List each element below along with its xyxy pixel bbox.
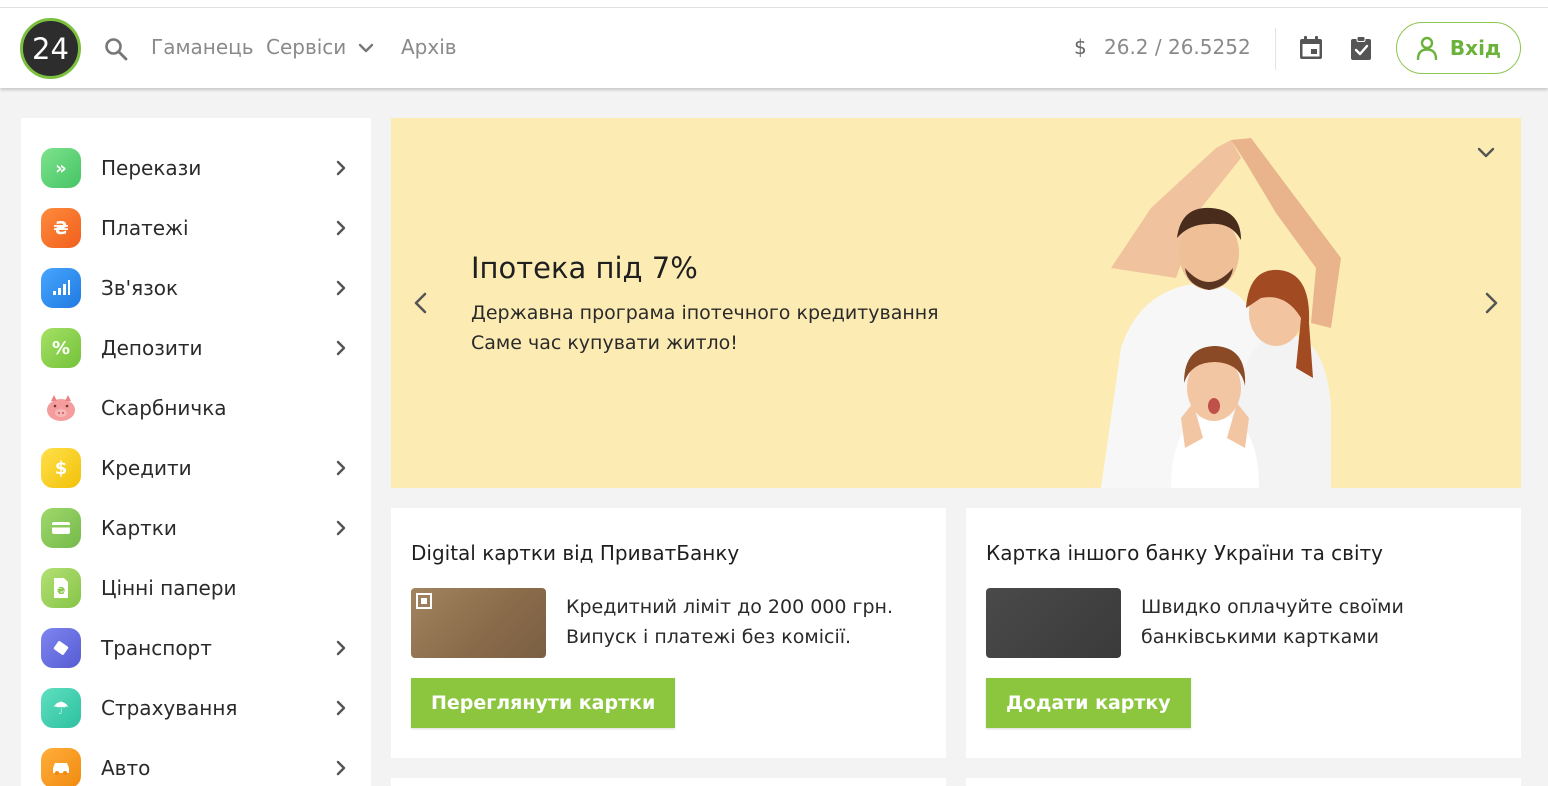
gold-card-image bbox=[411, 588, 546, 658]
nav-services[interactable]: Сервіси bbox=[266, 35, 346, 59]
add-card-button[interactable]: Додати картку bbox=[986, 678, 1191, 728]
car-icon bbox=[41, 748, 81, 786]
chevron-down-icon[interactable] bbox=[1474, 143, 1498, 163]
sidebar: » Перекази ₴ Платежі Зв'язок % Депозити bbox=[21, 118, 371, 786]
other-bank-card-panel: Картка іншого банку України та світу Шви… bbox=[966, 508, 1521, 758]
family-photo bbox=[1101, 138, 1341, 488]
payments-icon: ₴ bbox=[41, 208, 81, 248]
card-panel-text: Кредитний ліміт до 200 000 грн. bbox=[566, 596, 894, 618]
mobile-signal-icon bbox=[41, 268, 81, 308]
sidebar-item-label: Депозити bbox=[101, 336, 203, 360]
banner-subtitle: Державна програма іпотечного кредитуванн… bbox=[471, 302, 939, 324]
sidebar-item-mobile[interactable]: Зв'язок bbox=[41, 266, 351, 310]
dark-card-image bbox=[986, 588, 1121, 658]
sidebar-item-label: Транспорт bbox=[101, 636, 212, 660]
chevron-right-icon bbox=[336, 640, 346, 656]
chevron-right-icon bbox=[336, 220, 346, 236]
dollar-icon: $ bbox=[1074, 35, 1087, 59]
chevron-right-icon bbox=[336, 460, 346, 476]
sidebar-item-label: Зв'язок bbox=[101, 276, 179, 300]
header-divider bbox=[1275, 28, 1276, 70]
sidebar-item-transfers[interactable]: » Перекази bbox=[41, 146, 351, 190]
sidebar-item-label: Скарбничка bbox=[101, 396, 227, 420]
sidebar-item-label: Перекази bbox=[101, 156, 202, 180]
securities-icon: ₴ bbox=[41, 568, 81, 608]
cards-icon bbox=[41, 508, 81, 548]
sidebar-item-transport[interactable]: Транспорт bbox=[41, 626, 351, 670]
login-button[interactable]: Вхід bbox=[1396, 22, 1521, 74]
chevron-right-icon[interactable] bbox=[1479, 290, 1503, 316]
sidebar-item-credits[interactable]: $ Кредити bbox=[41, 446, 351, 490]
transfers-icon: » bbox=[41, 148, 81, 188]
sidebar-item-deposits[interactable]: % Депозити bbox=[41, 326, 351, 370]
digital-cards-panel: Digital картки від ПриватБанку Кредитний… bbox=[391, 508, 946, 758]
sidebar-item-securities[interactable]: ₴ Цінні папери bbox=[41, 566, 351, 610]
card-panel-text: Швидко оплачуйте своїми bbox=[1141, 596, 1404, 618]
deposits-icon: % bbox=[41, 328, 81, 368]
sidebar-item-label: Платежі bbox=[101, 216, 189, 240]
chevron-right-icon bbox=[336, 520, 346, 536]
sidebar-item-label: Кредити bbox=[101, 456, 192, 480]
top-strip bbox=[0, 0, 1548, 8]
chevron-right-icon bbox=[336, 280, 346, 296]
sidebar-item-label: Картки bbox=[101, 516, 177, 540]
chevron-right-icon bbox=[336, 700, 346, 716]
svg-text:₴: ₴ bbox=[57, 586, 66, 597]
next-panel bbox=[391, 778, 946, 786]
transport-icon bbox=[41, 628, 81, 668]
clipboard-check-icon[interactable] bbox=[1347, 34, 1375, 62]
sidebar-item-label: Цінні папери bbox=[101, 576, 237, 600]
nav-wallet[interactable]: Гаманець bbox=[151, 35, 254, 59]
card-panel-text: банківськими картками bbox=[1141, 626, 1379, 648]
sidebar-item-cards[interactable]: Картки bbox=[41, 506, 351, 550]
privat24-logo[interactable]: 24 bbox=[20, 18, 81, 79]
credits-icon: $ bbox=[41, 448, 81, 488]
sidebar-item-insurance[interactable]: ☂ Страхування bbox=[41, 686, 351, 730]
chevron-right-icon bbox=[336, 160, 346, 176]
piggy-bank-icon bbox=[41, 388, 81, 428]
banner-subtitle: Саме час купувати житло! bbox=[471, 332, 738, 354]
next-panel bbox=[966, 778, 1521, 786]
view-cards-button[interactable]: Переглянути картки bbox=[411, 678, 676, 728]
calendar-icon[interactable] bbox=[1297, 34, 1325, 62]
banner-title: Іпотека під 7% bbox=[471, 251, 698, 285]
sidebar-item-piggy-bank[interactable]: Скарбничка bbox=[41, 386, 351, 430]
card-panel-text: Випуск і платежі без комісії. bbox=[566, 626, 852, 648]
chevron-left-icon[interactable] bbox=[409, 290, 433, 316]
card-panel-title: Digital картки від ПриватБанку bbox=[411, 541, 740, 565]
chevron-right-icon bbox=[336, 760, 346, 776]
promo-banner[interactable]: Іпотека під 7% Державна програма іпотечн… bbox=[391, 118, 1521, 488]
insurance-icon: ☂ bbox=[41, 688, 81, 728]
sidebar-item-payments[interactable]: ₴ Платежі bbox=[41, 206, 351, 250]
login-label: Вхід bbox=[1449, 36, 1502, 60]
nav-archive[interactable]: Архів bbox=[401, 35, 457, 59]
card-panel-title: Картка іншого банку України та світу bbox=[986, 541, 1384, 565]
sidebar-item-label: Авто bbox=[101, 756, 151, 780]
sidebar-item-label: Страхування bbox=[101, 696, 238, 720]
search-icon[interactable] bbox=[103, 36, 129, 62]
chevron-down-icon[interactable] bbox=[356, 38, 376, 58]
chevron-right-icon bbox=[336, 340, 346, 356]
exchange-rate[interactable]: 26.2 / 26.5252 bbox=[1104, 35, 1251, 59]
sidebar-item-auto[interactable]: Авто bbox=[41, 746, 351, 786]
header: 24 Гаманець Сервіси Архів $ 26.2 / 26.52… bbox=[0, 8, 1548, 88]
privat-logo-icon bbox=[416, 593, 432, 609]
user-icon bbox=[1416, 36, 1438, 60]
